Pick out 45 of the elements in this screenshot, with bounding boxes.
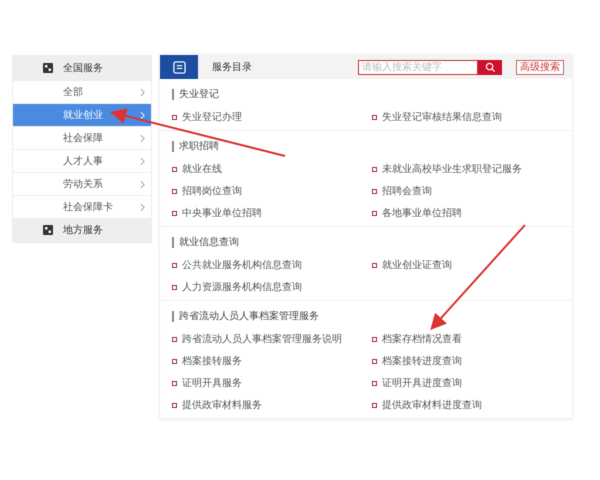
service-link[interactable]: 招聘会查询 — [372, 180, 560, 202]
chevron-right-icon — [140, 88, 145, 96]
sidebar-group-header[interactable]: 全国服务 — [13, 56, 151, 80]
service-link[interactable]: 失业登记办理 — [172, 106, 372, 128]
sidebar-item[interactable]: 就业创业 — [13, 103, 151, 126]
service-link[interactable]: 证明开具进度查询 — [372, 372, 560, 394]
sidebar-item[interactable]: 劳动关系 — [13, 172, 151, 195]
group-label: 全国服务 — [63, 62, 103, 75]
service-link[interactable]: 跨省流动人员人事档案管理服务说明 — [172, 328, 372, 350]
service-link[interactable]: 各地事业单位招聘 — [372, 202, 560, 224]
chevron-right-icon — [140, 180, 145, 188]
chevron-right-icon — [140, 202, 145, 212]
service-link[interactable]: 公共就业服务机构信息查询 — [172, 254, 372, 276]
section-title: 就业信息查询 — [172, 237, 560, 248]
chevron-right-icon — [140, 134, 145, 142]
sidebar-group-header[interactable]: 地方服务 — [13, 218, 151, 242]
sidebar-item[interactable]: 社会保障 — [13, 126, 151, 149]
service-link[interactable]: 提供政审材料服务 — [172, 394, 372, 416]
grid-icon — [43, 225, 53, 235]
service-link[interactable]: 提供政审材料进度查询 — [372, 394, 560, 416]
service-link[interactable]: 档案存档情况查看 — [372, 328, 560, 350]
section-title: 求职招聘 — [172, 141, 560, 152]
section-title: 失业登记 — [172, 89, 560, 100]
service-link[interactable]: 档案接转服务 — [172, 350, 372, 372]
sidebar-item[interactable]: 人才人事 — [13, 149, 151, 172]
page-title: 服务目录 — [212, 61, 253, 74]
service-link[interactable]: 失业登记审核结果信息查询 — [372, 106, 560, 128]
group-label: 地方服务 — [63, 224, 103, 237]
service-link[interactable]: 中央事业单位招聘 — [172, 202, 372, 224]
service-link[interactable]: 就业在线 — [172, 158, 372, 180]
advanced-search-button[interactable]: 高级搜索 — [516, 60, 564, 74]
service-link[interactable]: 招聘岗位查询 — [172, 180, 372, 202]
service-link[interactable]: 档案接转进度查询 — [372, 350, 560, 372]
document-icon — [172, 60, 186, 74]
search-icon — [484, 62, 496, 72]
section-title: 跨省流动人员人事档案管理服务 — [172, 311, 560, 322]
chevron-right-icon — [140, 110, 145, 120]
grid-icon — [43, 63, 53, 73]
search-field[interactable]: 请输入搜索关键字 — [358, 60, 478, 74]
search-button[interactable] — [478, 60, 502, 74]
chevron-right-icon — [140, 156, 145, 166]
service-link[interactable]: 证明开具服务 — [172, 372, 372, 394]
service-link[interactable]: 未就业高校毕业生求职登记服务 — [372, 158, 560, 180]
service-link[interactable]: 就业创业证查询 — [372, 254, 560, 276]
service-link[interactable]: 人力资源服务机构信息查询 — [172, 276, 372, 298]
